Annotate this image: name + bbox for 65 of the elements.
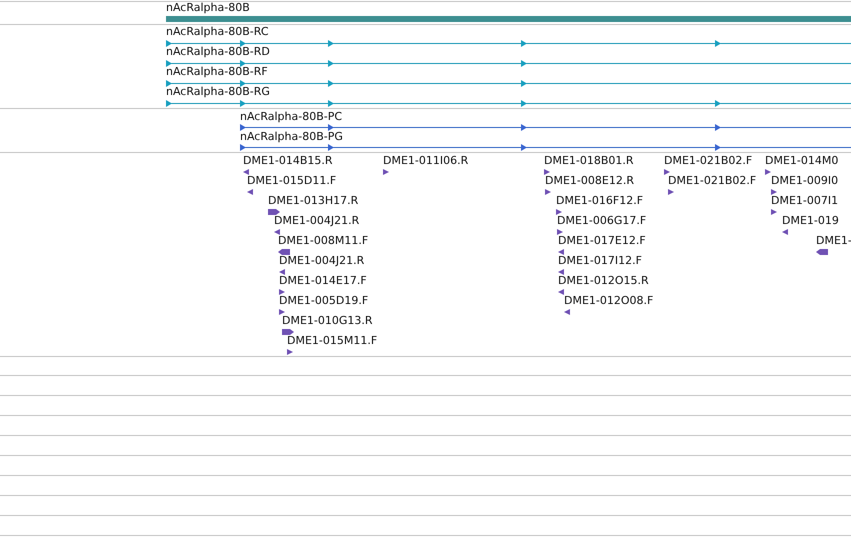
- reverse-arrow-icon[interactable]: [558, 249, 564, 255]
- forward-arrow-icon[interactable]: [765, 169, 771, 175]
- forward-arrow-icon[interactable]: [545, 189, 551, 195]
- forward-arrow-icon[interactable]: [771, 209, 777, 215]
- est-label: DME1-005D19.F: [279, 294, 368, 307]
- protein-drawing[interactable]: [240, 124, 851, 131]
- est-label: DME1-021B02.F: [668, 174, 756, 187]
- reverse-arrow-icon[interactable]: [279, 269, 285, 275]
- est-label: DME1-018B01.R: [544, 154, 634, 167]
- transcript-label: nAcRalpha-80B-RG: [166, 85, 270, 98]
- reverse-arrow-icon[interactable]: [243, 169, 249, 175]
- forward-arrow-icon[interactable]: [771, 189, 777, 195]
- est-label: DME1-012O08.F: [564, 294, 654, 307]
- est-label: DME1-021B02.F: [664, 154, 752, 167]
- est-label: DME1-011I06.R: [383, 154, 468, 167]
- forward-arrow-icon[interactable]: [557, 229, 563, 235]
- transcript-label: nAcRalpha-80B-RF: [166, 65, 268, 78]
- transcript-label: nAcRalpha-80B-RD: [166, 45, 270, 58]
- reverse-arrow-icon[interactable]: [247, 189, 253, 195]
- forward-arrow-icon[interactable]: [664, 169, 670, 175]
- protein-label: nAcRalpha-80B-PG: [240, 130, 343, 143]
- est-label: DME1-007I1: [771, 194, 838, 207]
- est-label: DME1-015M11.F: [287, 334, 378, 347]
- forward-arrow-icon[interactable]: [282, 329, 294, 335]
- reverse-arrow-icon[interactable]: [564, 309, 570, 315]
- est-label: DME1-016F12.F: [556, 194, 644, 207]
- est-label: DME1-004J21.R: [274, 214, 360, 227]
- est-label: DME1-015D11.F: [247, 174, 336, 187]
- gene-label: nAcRalpha-80B: [166, 1, 250, 14]
- est-label: DME1-008M11.F: [278, 234, 368, 247]
- est-label: DME1-009I0: [771, 174, 838, 187]
- reverse-arrow-icon[interactable]: [782, 229, 788, 235]
- transcript-drawing[interactable]: [166, 60, 851, 67]
- est-label: DME1-: [816, 234, 851, 247]
- est-label: DME1-014M0: [765, 154, 838, 167]
- forward-arrow-icon[interactable]: [279, 309, 285, 315]
- forward-arrow-icon[interactable]: [268, 209, 280, 215]
- transcript-drawing[interactable]: [166, 40, 851, 47]
- reverse-arrow-icon[interactable]: [274, 229, 280, 235]
- est-label: DME1-010G13.R: [282, 314, 373, 327]
- forward-arrow-icon[interactable]: [668, 189, 674, 195]
- est-label: DME1-008E12.R: [545, 174, 634, 187]
- est-label: DME1-013H17.R: [268, 194, 358, 207]
- forward-arrow-icon[interactable]: [287, 349, 293, 355]
- reverse-arrow-icon[interactable]: [278, 249, 290, 255]
- est-label: DME1-017I12.F: [558, 254, 642, 267]
- est-label: DME1-012O15.R: [558, 274, 649, 287]
- forward-arrow-icon[interactable]: [556, 209, 562, 215]
- est-label: DME1-014B15.R: [243, 154, 333, 167]
- forward-arrow-icon[interactable]: [279, 289, 285, 295]
- protein-drawing[interactable]: [240, 144, 851, 151]
- protein-label: nAcRalpha-80B-PC: [240, 110, 342, 123]
- reverse-arrow-icon[interactable]: [558, 289, 564, 295]
- reverse-arrow-icon[interactable]: [816, 249, 828, 255]
- reverse-arrow-icon[interactable]: [558, 269, 564, 275]
- est-label: DME1-017E12.F: [558, 234, 646, 247]
- transcript-label: nAcRalpha-80B-RC: [166, 25, 269, 38]
- forward-arrow-icon[interactable]: [383, 169, 389, 175]
- transcript-drawing[interactable]: [166, 100, 851, 107]
- transcript-drawing[interactable]: [166, 80, 851, 87]
- est-label: DME1-004J21.R: [279, 254, 364, 267]
- forward-arrow-icon[interactable]: [544, 169, 550, 175]
- est-label: DME1-014E17.F: [279, 274, 367, 287]
- est-label: DME1-019: [782, 214, 839, 227]
- est-label: DME1-006G17.F: [557, 214, 646, 227]
